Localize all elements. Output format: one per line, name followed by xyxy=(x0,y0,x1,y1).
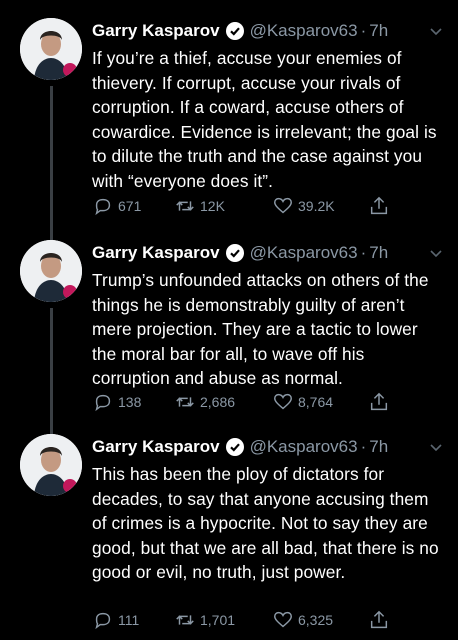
chevron-down-icon[interactable] xyxy=(428,439,444,455)
timestamp[interactable]: 7h xyxy=(369,243,388,263)
avatar[interactable] xyxy=(20,434,82,496)
reply-icon xyxy=(95,198,111,216)
author-name[interactable]: Garry Kasparov xyxy=(92,437,220,457)
tweet-text: This has been the ploy of dictators for … xyxy=(92,464,439,583)
verified-badge-icon xyxy=(225,438,244,456)
thread-connector-line xyxy=(50,86,53,242)
like-count: 6,325 xyxy=(298,612,334,628)
author-handle[interactable]: @Kasparov63 xyxy=(250,21,358,41)
separator-dot: · xyxy=(360,21,367,40)
reply-count: 138 xyxy=(118,394,142,410)
chevron-down-icon[interactable] xyxy=(428,245,444,261)
retweet-icon xyxy=(176,201,194,211)
verified-badge-icon xyxy=(225,244,244,262)
tweet-actions: 138 2,686 8,764 xyxy=(92,390,412,414)
reply-icon xyxy=(95,394,111,412)
reply-count: 111 xyxy=(118,612,140,628)
like-count: 8,764 xyxy=(298,394,334,410)
timestamp[interactable]: 7h xyxy=(369,21,388,41)
retweet-button[interactable]: 12K xyxy=(174,194,225,218)
retweet-count: 1,701 xyxy=(200,612,236,628)
thread-connector-line xyxy=(50,308,53,436)
author-handle[interactable]: @Kasparov63 xyxy=(250,437,358,457)
verified-badge-icon xyxy=(225,22,244,40)
avatar[interactable] xyxy=(20,240,82,302)
heart-icon xyxy=(274,393,292,410)
retweet-count: 12K xyxy=(200,198,225,214)
retweet-icon xyxy=(176,397,194,407)
author-name[interactable]: Garry Kasparov xyxy=(92,21,220,41)
separator-dot: · xyxy=(360,243,367,262)
share-icon xyxy=(370,392,388,411)
reply-icon xyxy=(95,612,111,630)
tweet-text: If you’re a thief, accuse your enemies o… xyxy=(92,48,437,191)
timestamp[interactable]: 7h xyxy=(369,437,388,457)
retweet-count: 2,686 xyxy=(200,394,236,410)
author-handle[interactable]: @Kasparov63 xyxy=(250,243,358,263)
tweet-thread: Garry Kasparov @Kasparov63 · 7h If you’r… xyxy=(0,0,458,640)
heart-icon xyxy=(274,197,292,214)
share-button[interactable] xyxy=(368,390,394,414)
separator-dot: · xyxy=(360,437,367,456)
share-button[interactable] xyxy=(368,608,394,632)
reply-button[interactable]: 138 xyxy=(92,390,141,414)
avatar[interactable] xyxy=(20,18,82,80)
author-name[interactable]: Garry Kasparov xyxy=(92,243,220,263)
retweet-button[interactable]: 1,701 xyxy=(174,608,235,632)
retweet-icon xyxy=(176,615,194,625)
like-button[interactable]: 6,325 xyxy=(272,608,333,632)
reply-count: 671 xyxy=(118,198,142,214)
tweet-actions: 111 1,701 6,325 xyxy=(92,608,412,632)
like-count: 39.2K xyxy=(298,198,335,214)
reply-button[interactable]: 671 xyxy=(92,194,141,218)
retweet-button[interactable]: 2,686 xyxy=(174,390,235,414)
heart-icon xyxy=(274,611,292,628)
tweet-actions: 671 12K 39.2K xyxy=(92,194,412,218)
share-button[interactable] xyxy=(368,194,394,218)
share-icon xyxy=(370,196,388,215)
like-button[interactable]: 39.2K xyxy=(272,194,335,218)
tweet-text: Trump’s unfounded attacks on others of t… xyxy=(92,270,429,389)
reply-button[interactable]: 111 xyxy=(92,608,139,632)
like-button[interactable]: 8,764 xyxy=(272,390,333,414)
share-icon xyxy=(370,610,388,629)
chevron-down-icon[interactable] xyxy=(428,23,444,39)
